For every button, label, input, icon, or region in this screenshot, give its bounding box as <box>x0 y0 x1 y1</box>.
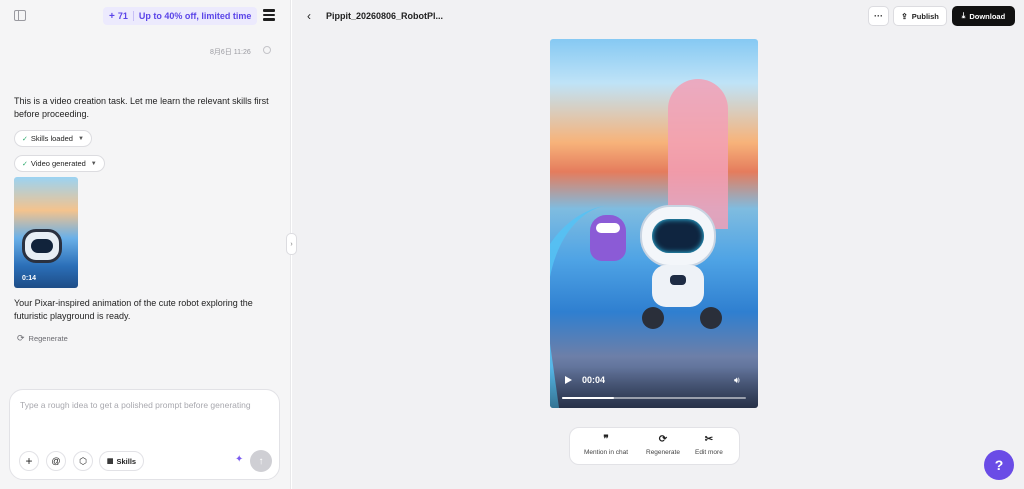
mention-label: Mention in chat <box>584 449 629 456</box>
regenerate-link[interactable]: ⟳ Regenerate <box>17 333 68 344</box>
publish-label: Publish <box>911 11 939 21</box>
chevron-down-icon: ▼ <box>77 135 84 142</box>
upload-icon: ⇪ <box>901 11 908 21</box>
chat-topbar: + 71 Up to 40% off, limited time <box>0 0 291 32</box>
video-player[interactable]: 00:04 🔊︎ <box>550 39 758 408</box>
prompt-input[interactable] <box>20 400 270 440</box>
skills-button[interactable]: ▦ Skills <box>99 451 144 471</box>
video-action-bar: ❞ Mention in chat ⟳ Regenerate ✂ Edit mo… <box>569 427 740 465</box>
purple-monster-illustration <box>590 215 626 261</box>
preview-panel: ‹ Pippit_20260806_RobotPl... ··· ⇪ Publi… <box>292 0 1024 489</box>
at-icon: @ <box>51 456 61 466</box>
publish-button[interactable]: ⇪ Publish <box>893 6 947 26</box>
refresh-icon: ⟳ <box>658 434 668 445</box>
arrow-up-icon: ↑ <box>258 455 264 467</box>
message-timestamp: 8月6日 11:26 <box>210 49 251 56</box>
chevron-left-icon[interactable]: ‹ <box>307 9 311 23</box>
edit-label: Edit more <box>695 449 723 456</box>
assistant-message: Your Pixar-inspired animation of the cut… <box>14 298 253 321</box>
check-icon: ✓ <box>22 160 28 168</box>
assistant-message: This is a video creation task. Let me le… <box>14 96 269 119</box>
skills-label: Skills <box>116 456 137 466</box>
sidebar-toggle-icon[interactable] <box>14 10 26 21</box>
mention-button[interactable]: @ <box>46 451 66 471</box>
panel-collapse-handle[interactable]: › <box>286 233 297 255</box>
add-attachment-button[interactable]: + <box>19 451 39 471</box>
thumbnail-duration: 0:14 <box>22 275 37 282</box>
chevron-right-icon: › <box>290 240 293 248</box>
download-icon: ⤓ <box>961 11 966 20</box>
video-controls: 00:04 🔊︎ <box>550 367 758 408</box>
chat-panel: + 71 Up to 40% off, limited time 8月6日 11… <box>0 0 291 489</box>
send-button[interactable]: ↑ <box>250 450 272 472</box>
video-generated-pill[interactable]: ✓ Video generated ▼ <box>14 155 105 172</box>
mention-in-chat-button[interactable]: ❞ Mention in chat <box>584 434 628 456</box>
robot-wheel <box>642 307 664 329</box>
robot-wheel <box>700 307 722 329</box>
pill-label: Skills loaded <box>30 134 73 143</box>
video-time: 00:04 <box>582 375 606 385</box>
pill-label: Video generated <box>30 159 86 168</box>
regenerate-button[interactable]: ⟳ Regenerate <box>646 434 680 456</box>
regenerate-label: Regenerate <box>646 449 680 456</box>
more-options-button[interactable]: ··· <box>868 6 889 26</box>
promo-divider <box>132 11 134 21</box>
download-button[interactable]: ⤓ Download <box>952 6 1015 26</box>
model-button[interactable]: ⬡ <box>73 451 93 471</box>
cube-icon: ⬡ <box>79 455 87 466</box>
volume-icon[interactable]: 🔊︎ <box>734 375 740 386</box>
video-progress-fill <box>562 397 614 399</box>
refresh-icon: ⟳ <box>17 333 25 343</box>
project-title: Pippit_20260806_RobotPl... <box>326 11 444 21</box>
quote-icon: ❞ <box>603 434 609 445</box>
check-icon: ✓ <box>22 135 28 143</box>
robot-head-illustration <box>640 205 716 267</box>
plus-icon: + <box>25 454 33 468</box>
sparkle-icon[interactable]: ✦ <box>235 454 243 465</box>
plus-icon: + <box>109 10 115 22</box>
chevron-down-icon: ▼ <box>90 160 97 167</box>
download-label: Download <box>969 11 1006 21</box>
scissors-icon: ✂ <box>704 434 714 445</box>
grid-icon: ▦ <box>106 458 114 465</box>
robot-body-illustration <box>652 265 704 307</box>
copy-icon[interactable] <box>263 46 271 54</box>
promo-badge[interactable]: + 71 Up to 40% off, limited time <box>103 7 258 25</box>
help-button[interactable]: ? <box>984 450 1014 480</box>
play-icon[interactable] <box>565 376 572 384</box>
prompt-composer: + @ ⬡ ▦ Skills ✦ ↑ <box>9 389 280 480</box>
promo-credits: 71 <box>117 11 128 21</box>
robot-illustration <box>22 229 62 263</box>
video-thumbnail[interactable]: 0:14 <box>14 177 78 288</box>
regenerate-label: Regenerate <box>28 334 68 343</box>
edit-more-button[interactable]: ✂ Edit more <box>695 434 723 456</box>
video-progress-track[interactable] <box>562 397 746 399</box>
layers-icon[interactable] <box>263 9 275 21</box>
skills-loaded-pill[interactable]: ✓ Skills loaded ▼ <box>14 130 92 147</box>
promo-text: Up to 40% off, limited time <box>138 11 252 21</box>
